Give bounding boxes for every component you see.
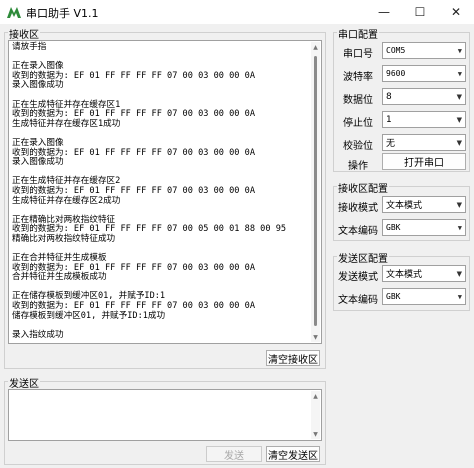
databits-label: 数据位	[343, 95, 373, 106]
clear-send-button[interactable]: 清空发送区	[266, 446, 320, 462]
chevron-down-icon: ▼	[456, 138, 462, 147]
port-label: 串口号	[343, 49, 373, 60]
stopbits-value: 1	[386, 114, 392, 125]
receive-mode-label: 接收模式	[338, 203, 378, 214]
send-mode-value: 文本模式	[386, 270, 423, 280]
stopbits-label: 停止位	[343, 118, 373, 129]
minimize-button[interactable]: —	[366, 0, 402, 24]
chevron-down-icon: ▼	[457, 46, 462, 55]
clear-receive-button[interactable]: 清空接收区	[266, 350, 320, 366]
app-logo-icon	[7, 7, 21, 18]
maximize-icon: ☐	[414, 5, 426, 19]
databits-select[interactable]: 8 ▼	[382, 88, 466, 105]
send-encoding-value: GBK	[386, 292, 401, 301]
receive-mode-value: 文本模式	[386, 201, 423, 211]
baud-value: 9600	[386, 69, 406, 78]
title-bar: 串口助手 V1.1 — ☐ ✕	[0, 0, 474, 24]
open-port-button[interactable]: 打开串口	[382, 153, 466, 170]
close-icon: ✕	[450, 5, 462, 19]
receive-line: 请放手指	[12, 42, 47, 52]
receive-group-title: 接收区	[8, 26, 40, 41]
receive-encoding-label: 文本编码	[338, 226, 378, 237]
parity-select[interactable]: 无 ▼	[382, 134, 466, 151]
send-mode-label: 发送模式	[338, 272, 378, 283]
scroll-up-icon[interactable]: ▲	[311, 42, 320, 52]
parity-label: 校验位	[343, 141, 373, 152]
receive-encoding-select[interactable]: GBK ▼	[382, 219, 466, 236]
chevron-down-icon: ▼	[456, 200, 462, 209]
stopbits-select[interactable]: 1 ▼	[382, 111, 466, 128]
scroll-thumb[interactable]	[314, 56, 317, 326]
send-encoding-select[interactable]: GBK ▼	[382, 288, 466, 305]
send-scroll-up-icon[interactable]: ▲	[311, 391, 320, 401]
receive-config-title: 接收区配置	[337, 180, 389, 195]
send-scroll-down-icon[interactable]: ▼	[311, 429, 320, 439]
receive-encoding-value: GBK	[386, 223, 401, 232]
send-button[interactable]: 发送	[206, 446, 262, 462]
scroll-down-icon[interactable]: ▼	[311, 332, 320, 342]
chevron-down-icon: ▼	[456, 269, 462, 278]
receive-line: 生成特征并存在缓存区1成功	[12, 118, 121, 129]
receive-mode-select[interactable]: 文本模式 ▼	[382, 196, 466, 213]
receive-line: 录入图像成功	[12, 80, 64, 91]
port-select[interactable]: COM5 ▼	[382, 42, 466, 59]
parity-value: 无	[386, 139, 396, 149]
receive-line: 录入指纹成功	[12, 329, 64, 340]
receive-line: 储存模板到缓冲区01, 并赋予ID:1成功	[12, 310, 166, 321]
receive-line: 录入图像成功	[12, 157, 64, 168]
baud-label: 波特率	[343, 72, 373, 83]
receive-line: 精确比对两枚指纹特征成功	[12, 233, 116, 244]
port-value: COM5	[386, 46, 406, 55]
send-textarea[interactable]: ▲ ▼	[8, 389, 322, 441]
minimize-icon: —	[378, 5, 390, 19]
send-mode-select[interactable]: 文本模式 ▼	[382, 265, 466, 282]
serial-config-title: 串口配置	[337, 26, 379, 41]
close-button[interactable]: ✕	[438, 0, 474, 24]
chevron-down-icon: ▼	[456, 115, 462, 124]
send-scrollbar[interactable]: ▲ ▼	[311, 391, 320, 439]
send-encoding-label: 文本编码	[338, 295, 378, 306]
chevron-down-icon: ▼	[457, 292, 462, 301]
send-config-title: 发送区配置	[337, 250, 389, 265]
receive-scrollbar[interactable]: ▲ ▼	[311, 42, 320, 342]
databits-value: 8	[386, 91, 392, 102]
baud-select[interactable]: 9600 ▼	[382, 65, 466, 82]
chevron-down-icon: ▼	[457, 223, 462, 232]
operation-label: 操作	[348, 161, 368, 172]
window-title: 串口助手 V1.1	[26, 7, 99, 20]
receive-content: 请放手指 正在录入图像 收到的数据为: EF 01 FF FF FF FF 07 …	[12, 42, 309, 340]
chevron-down-icon: ▼	[456, 92, 462, 101]
receive-line: 生成特征并存在缓存区2成功	[12, 195, 121, 206]
receive-line: 合并特征并生成模板成功	[12, 272, 107, 283]
chevron-down-icon: ▼	[457, 69, 462, 78]
receive-textarea[interactable]: 请放手指 正在录入图像 收到的数据为: EF 01 FF FF FF FF 07 …	[8, 40, 322, 344]
maximize-button[interactable]: ☐	[402, 0, 438, 24]
send-group-title: 发送区	[8, 375, 40, 390]
